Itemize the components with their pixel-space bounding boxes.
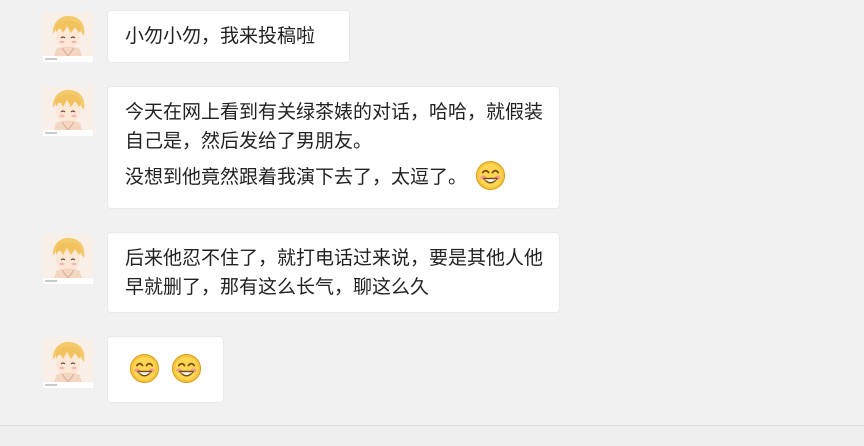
avatar[interactable] <box>43 12 93 62</box>
message-text: 小勿小勿，我来投稿啦 <box>125 25 316 47</box>
grinning-blush-emoji-icon <box>475 160 506 191</box>
grinning-blush-emoji-icon <box>171 353 202 384</box>
message-bubble[interactable] <box>107 336 224 403</box>
message-text: 后来他忍不住了，就打电话过来说，要是其他人他早就删了，那有这么长气，聊这么久 <box>125 247 544 298</box>
message-bubble[interactable]: 小勿小勿，我来投稿啦 <box>107 10 350 63</box>
input-area-divider <box>0 425 864 446</box>
message-text: 没想到他竟然跟着我演下去了，太逗了。 <box>125 166 468 188</box>
message-bubble[interactable]: 后来他忍不住了，就打电话过来说，要是其他人他早就删了，那有这么长气，聊这么久 <box>107 232 560 313</box>
grinning-blush-emoji-icon <box>129 353 160 384</box>
message-bubble[interactable]: 今天在网上看到有关绿茶婊的对话，哈哈，就假装自己是，然后发给了男朋友。 没想到他… <box>107 86 560 209</box>
avatar[interactable] <box>43 234 93 284</box>
avatar[interactable] <box>43 86 93 136</box>
message-text: 今天在网上看到有关绿茶婊的对话，哈哈，就假装自己是，然后发给了男朋友。 <box>125 101 544 152</box>
avatar[interactable] <box>43 338 93 388</box>
chat-thread: 小勿小勿，我来投稿啦 今天在网上看到有关绿茶婊的对话，哈哈，就假装自己是，然后发… <box>0 0 864 425</box>
